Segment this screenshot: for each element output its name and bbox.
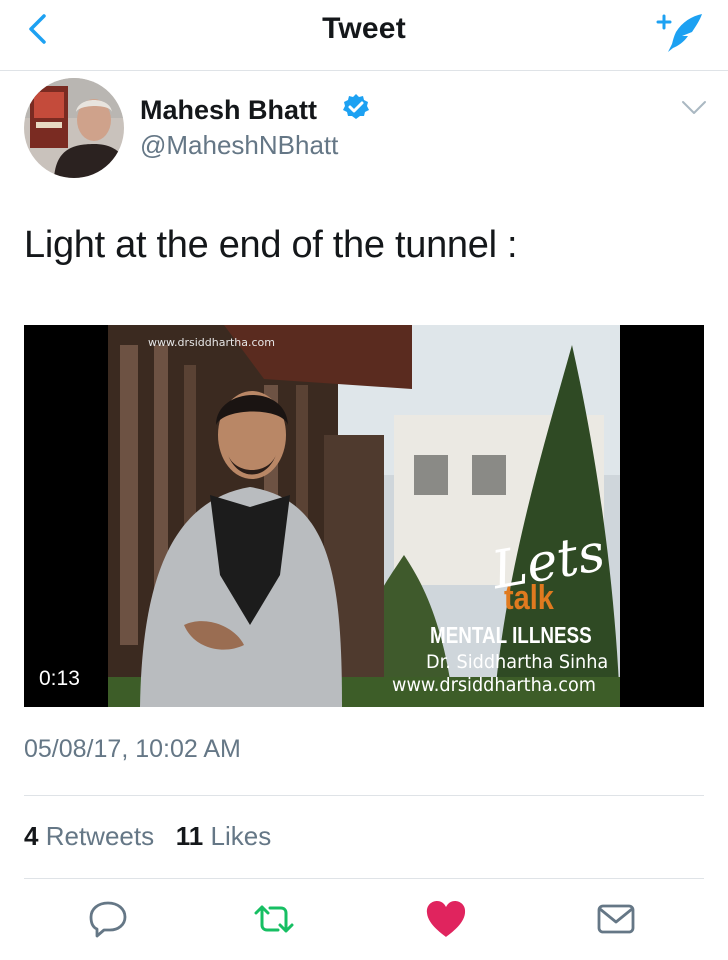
- author-handle[interactable]: @MaheshNBhatt: [140, 130, 338, 161]
- verified-badge-icon: [343, 94, 369, 119]
- page-title: Tweet: [322, 12, 406, 45]
- reply-icon: [89, 901, 127, 938]
- tweet-options-button[interactable]: [680, 98, 708, 118]
- reply-button[interactable]: [84, 895, 132, 943]
- video-caption-doctor: Dr. Siddhartha Sinha: [426, 651, 609, 673]
- avatar[interactable]: [24, 78, 124, 178]
- video-duration-badge: 0:13: [36, 664, 88, 694]
- author-name[interactable]: Mahesh Bhatt: [140, 95, 317, 126]
- chevron-down-icon: [682, 101, 706, 114]
- nav-header: Tweet: [0, 0, 728, 71]
- retweets-label: Retweets: [45, 821, 155, 851]
- video-caption-site: www.drsiddhartha.com: [392, 674, 596, 696]
- compose-quill-icon: [656, 14, 702, 52]
- video-caption-talk: talk: [504, 579, 554, 617]
- retweet-icon: [254, 905, 294, 933]
- tweet-actions: [0, 895, 728, 951]
- likes-label: Likes: [210, 821, 272, 851]
- compose-tweet-button[interactable]: [654, 8, 706, 54]
- likes-count: 11: [175, 821, 204, 851]
- retweets-stat[interactable]: 4 Retweets: [24, 821, 161, 851]
- video-thumbnail: [24, 325, 704, 707]
- direct-message-button[interactable]: [592, 895, 640, 943]
- tweet-text: Light at the end of the tunnel :: [24, 224, 518, 266]
- likes-stat[interactable]: 11 Likes: [176, 821, 271, 851]
- watermark-url: www.drsiddhartha.com: [148, 336, 275, 349]
- retweet-button[interactable]: [250, 895, 298, 943]
- tweet-stats: 4 Retweets 11 Likes: [24, 795, 704, 879]
- like-button[interactable]: [422, 895, 470, 943]
- heart-icon: [426, 901, 466, 937]
- video-caption-mental-illness: MENTAL ILLNESS: [430, 622, 592, 648]
- video-player[interactable]: www.drsiddhartha.com Lets talk MENTAL IL…: [24, 325, 704, 707]
- envelope-icon: [597, 904, 635, 934]
- retweets-count: 4: [24, 821, 39, 851]
- tweet-timestamp: 05/08/17, 10:02 AM: [24, 735, 241, 763]
